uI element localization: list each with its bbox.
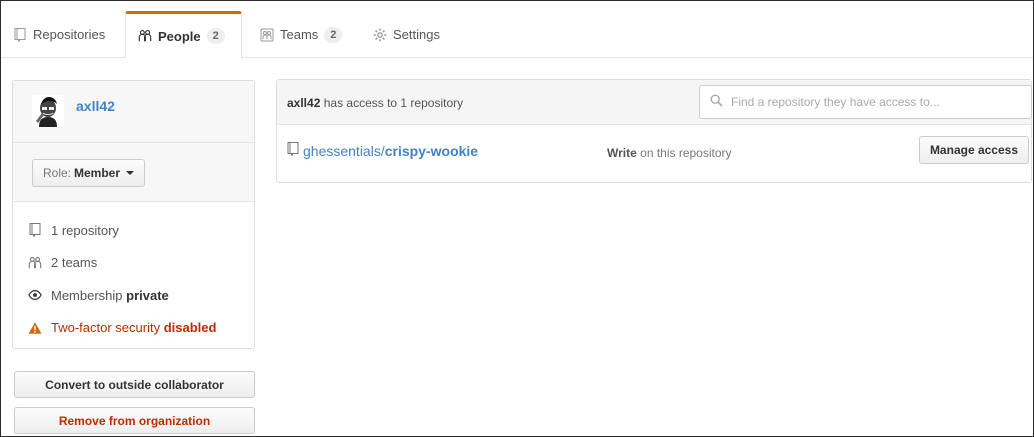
- chevron-down-icon: [126, 171, 135, 175]
- alert-icon: [28, 321, 42, 335]
- manage-access-button[interactable]: Manage access: [918, 136, 1029, 164]
- stat-label: Membership private: [51, 288, 169, 303]
- membership-prefix: Membership: [51, 287, 123, 303]
- team-icon: [260, 28, 274, 42]
- stat-repositories: 1 repository: [13, 214, 254, 247]
- panel-title-text: has access to 1 repository: [323, 96, 464, 110]
- convert-to-outside-collaborator-button[interactable]: Convert to outside collaborator: [14, 371, 255, 398]
- role-dropdown-button[interactable]: Role: Member: [32, 159, 146, 187]
- membership-value: private: [126, 287, 169, 303]
- stat-two-factor: Two-factor security disabled: [13, 312, 254, 345]
- member-sidebar: axll42 Role: Member 1 repository 2 teams…: [12, 80, 255, 349]
- stat-label: 1 repository: [51, 222, 119, 238]
- panel-title-user: axll42: [287, 96, 321, 110]
- people-icon: [138, 29, 152, 43]
- repo-icon: [13, 27, 27, 42]
- repo-permission: Write on this repository: [607, 146, 732, 160]
- repo-owner: ghessentials/: [303, 142, 385, 159]
- repo-name: crispy-wookie: [384, 142, 479, 159]
- stat-label: 2 teams: [51, 255, 98, 271]
- people-counter: 2: [206, 28, 225, 44]
- twofactor-value: disabled: [163, 320, 217, 336]
- repo-icon: [28, 223, 42, 238]
- panel-title: axll42 has access to 1 repository: [287, 96, 463, 110]
- tab-teams[interactable]: Teams 2: [248, 11, 354, 58]
- gear-icon: [373, 28, 387, 42]
- repo-search-input[interactable]: [729, 88, 1031, 116]
- panel-header: axll42 has access to 1 repository: [277, 80, 1032, 125]
- role-prefix: Role:: [43, 166, 72, 180]
- member-header: axll42: [13, 81, 254, 143]
- tab-people[interactable]: People 2: [125, 11, 242, 59]
- role-section: Role: Member: [13, 143, 254, 202]
- people-icon: [28, 256, 42, 270]
- list-item: ghessentials/crispy-wookie Write on this…: [277, 125, 1031, 182]
- teams-counter: 2: [324, 26, 343, 43]
- member-username[interactable]: axll42: [76, 98, 115, 114]
- role-value: Member: [74, 166, 121, 180]
- permission-level: Write: [607, 146, 637, 160]
- remove-from-organization-button[interactable]: Remove from organization: [14, 407, 255, 434]
- search-icon: [710, 94, 723, 110]
- permission-suffix: on this repository: [640, 146, 732, 160]
- tab-settings[interactable]: Settings: [361, 11, 452, 58]
- tab-label: People: [158, 28, 201, 44]
- repository-access-panel: axll42 has access to 1 repository ghesse…: [276, 79, 1032, 183]
- repo-search: [699, 85, 1032, 119]
- twofactor-prefix: Two-factor security: [51, 320, 161, 336]
- stat-membership: Membership private: [13, 279, 254, 312]
- member-stats: 1 repository 2 teams Membership private …: [13, 202, 254, 344]
- org-tabs: Repositories People 2 Teams 2 Settings: [1, 1, 1033, 59]
- avatar[interactable]: [32, 95, 64, 127]
- tab-label: Settings: [393, 27, 440, 42]
- stat-teams: 2 teams: [13, 247, 254, 280]
- repo-link[interactable]: ghessentials/crispy-wookie: [287, 142, 478, 159]
- tab-label: Teams: [280, 27, 319, 42]
- eye-icon: [28, 288, 42, 302]
- tab-label: Repositories: [33, 27, 106, 42]
- tab-repositories[interactable]: Repositories: [1, 11, 117, 58]
- repo-icon: [287, 142, 299, 159]
- stat-label: Two-factor security disabled: [51, 320, 216, 335]
